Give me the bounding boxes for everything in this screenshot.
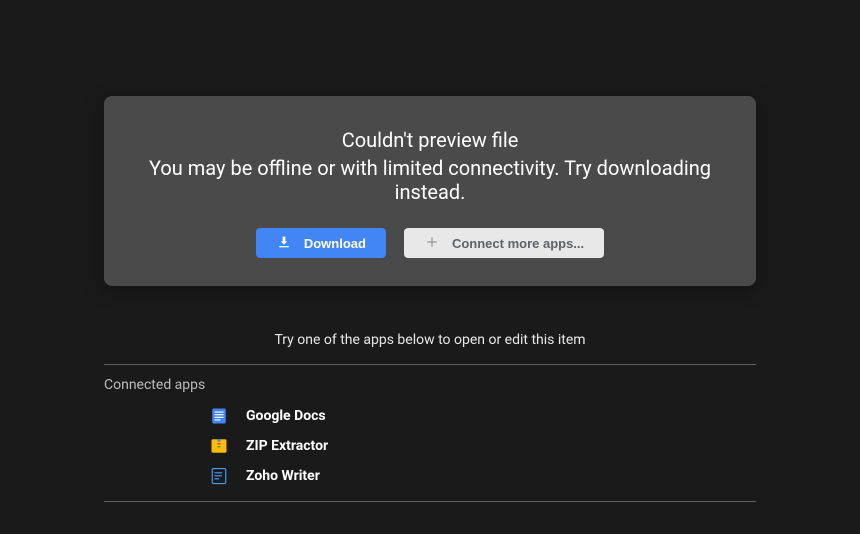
zoho-writer-icon <box>210 467 228 485</box>
google-docs-icon <box>210 407 228 425</box>
download-label: Download <box>304 236 366 251</box>
preview-error-card: Couldn't preview file You may be offline… <box>104 96 756 286</box>
app-list: Google Docs ZIP Extractor <box>104 401 756 501</box>
app-item-zoho-writer[interactable]: Zoho Writer <box>104 461 756 491</box>
button-row: Download Connect more apps... <box>256 228 604 258</box>
connect-label: Connect more apps... <box>452 236 584 251</box>
app-item-google-docs[interactable]: Google Docs <box>104 401 756 431</box>
preview-title: Couldn't preview file <box>342 128 519 152</box>
app-name: Zoho Writer <box>246 468 320 484</box>
preview-subtitle: You may be offline or with limited conne… <box>144 156 716 204</box>
apps-hint: Try one of the apps below to open or edi… <box>104 332 756 348</box>
apps-section: Try one of the apps below to open or edi… <box>104 332 756 502</box>
zip-extractor-icon <box>210 437 228 455</box>
plus-icon <box>424 234 440 253</box>
download-icon <box>276 234 292 253</box>
connected-apps-header: Connected apps <box>104 365 756 401</box>
app-name: Google Docs <box>246 408 326 424</box>
app-name: ZIP Extractor <box>246 438 328 454</box>
download-button[interactable]: Download <box>256 228 386 258</box>
app-item-zip-extractor[interactable]: ZIP Extractor <box>104 431 756 461</box>
divider <box>104 501 756 502</box>
connect-apps-button[interactable]: Connect more apps... <box>404 228 604 258</box>
